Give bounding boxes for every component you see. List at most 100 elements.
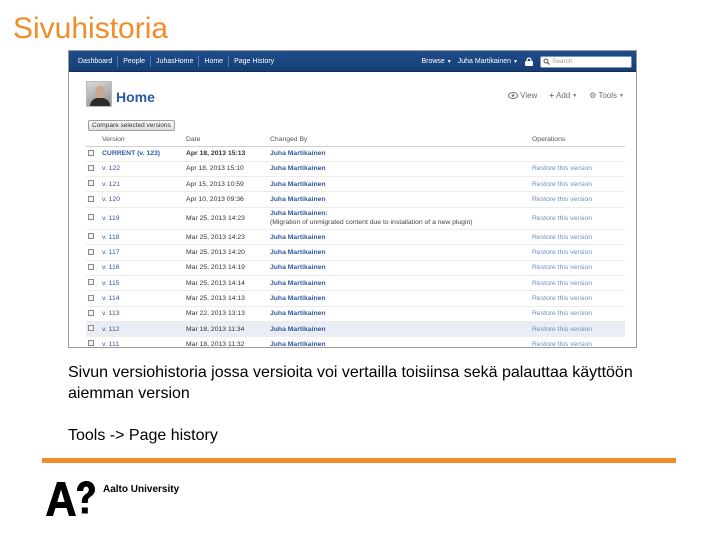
browse-menu-label: Browse: [421, 58, 445, 65]
changed-by-link[interactable]: Juha Martikainen: [270, 176, 532, 193]
changed-by-link[interactable]: Juha Martikainen: [270, 290, 532, 307]
changed-by-link[interactable]: Juha Martikainen: [270, 336, 532, 347]
notifications-icon[interactable]: [524, 57, 534, 66]
changed-by-link[interactable]: Juha Martikainen: [270, 244, 532, 261]
version-link[interactable]: v. 120: [102, 191, 186, 208]
version-link[interactable]: v. 116: [102, 260, 186, 277]
aalto-logo: [46, 481, 95, 516]
add-label: Add: [556, 91, 571, 100]
version-checkbox[interactable]: [88, 325, 94, 332]
breadcrumb-people[interactable]: People: [118, 56, 152, 67]
slide-caption: Sivun versiohistoria jossa versioita voi…: [68, 364, 633, 402]
version-link[interactable]: CURRENT: [102, 150, 135, 157]
version-link[interactable]: v. 111: [102, 336, 186, 347]
version-checkbox[interactable]: [88, 309, 94, 316]
version-date: Mar 22, 2013 13:13: [186, 306, 270, 322]
restore-version-link[interactable]: Restore this version: [532, 244, 625, 261]
changed-by-link[interactable]: Juha Martikainen: [270, 260, 532, 277]
version-link[interactable]: v. 115: [102, 275, 186, 292]
user-menu-label: Juha Martikainen: [457, 58, 512, 65]
view-button[interactable]: View: [508, 91, 537, 100]
breadcrumb-home[interactable]: Home: [199, 56, 230, 67]
slide-title: Sivuhistoria: [13, 12, 169, 45]
table-row: v. 120 Apr 10, 2013 09:36 Juha Martikain…: [86, 191, 625, 208]
changed-by-link[interactable]: Juha Martikainen:: [270, 210, 328, 217]
orange-divider: [42, 458, 676, 463]
page-actions: View + Add ▼ ⚙ Tools ▼: [508, 91, 624, 100]
changed-by-link[interactable]: Juha Martikainen: [270, 275, 532, 292]
version-date: Mar 25, 2013 14:13: [186, 290, 270, 307]
version-date: Mar 18, 2013 11:34: [186, 321, 270, 338]
changed-by-link[interactable]: Juha Martikainen: [270, 146, 532, 162]
search-input[interactable]: Search: [540, 55, 632, 68]
tools-menu-button[interactable]: ⚙ Tools ▼: [589, 91, 624, 100]
version-link[interactable]: v. 122: [102, 161, 186, 178]
version-link[interactable]: v. 121: [102, 176, 186, 193]
restore-version-link[interactable]: Restore this version: [532, 306, 625, 322]
table-row: v. 122 Apr 18, 2013 15:10 Juha Martikain…: [86, 161, 625, 178]
version-link[interactable]: v. 114: [102, 290, 186, 307]
restore-version-link[interactable]: Restore this version: [532, 176, 625, 193]
chevron-down-icon: ▼: [513, 59, 518, 65]
restore-version-link[interactable]: Restore this version: [532, 275, 625, 292]
changed-by-link[interactable]: Juha Martikainen: [270, 321, 532, 338]
version-date: Mar 18, 2013 11:32: [186, 336, 270, 347]
changed-by-link[interactable]: Juha Martikainen: [270, 161, 532, 178]
restore-version-link[interactable]: Restore this version: [532, 290, 625, 307]
view-label: View: [520, 91, 538, 100]
version-checkbox[interactable]: [88, 233, 94, 240]
restore-version-link[interactable]: Restore this version: [532, 260, 625, 277]
restore-version-link[interactable]: Restore this version: [532, 336, 625, 347]
version-link[interactable]: v. 117: [102, 244, 186, 261]
menu-path: Tools -> Page history: [68, 427, 218, 444]
version-link[interactable]: v. 113: [102, 306, 186, 322]
page-title: Home: [116, 89, 155, 105]
compare-selected-versions-button[interactable]: Compare selected versions: [88, 120, 175, 131]
table-row: v. 117 Mar 25, 2013 14:20 Juha Martikain…: [86, 244, 625, 261]
changed-by-link[interactable]: Juha Martikainen: [270, 191, 532, 208]
version-checkbox[interactable]: [88, 340, 94, 347]
chevron-down-icon: ▼: [619, 92, 624, 99]
avatar: [86, 81, 112, 107]
version-checkbox[interactable]: [88, 149, 94, 156]
table-row: v. 116 Mar 25, 2013 14:19 Juha Martikain…: [86, 260, 625, 277]
user-menu[interactable]: Juha Martikainen ▼: [458, 58, 518, 65]
version-date: Apr 10, 2013 09:36: [186, 191, 270, 208]
table-row: v. 118 Mar 25, 2013 14:23 Juha Martikain…: [86, 229, 625, 246]
current-version-number: (v. 123): [135, 150, 161, 158]
version-history-table: Version Date Changed By Operations CURRE…: [86, 133, 625, 347]
version-link[interactable]: v. 112: [102, 321, 186, 338]
column-operations: Operations: [532, 133, 625, 147]
version-date: Mar 25, 2013 14:14: [186, 275, 270, 292]
changed-by-link[interactable]: Juha Martikainen: [270, 229, 532, 246]
version-link[interactable]: v. 119: [102, 207, 186, 231]
browse-menu[interactable]: Browse ▼: [421, 58, 451, 65]
version-checkbox[interactable]: [88, 263, 94, 270]
table-row: v. 121 Apr 15, 2013 10:59 Juha Martikain…: [86, 176, 625, 193]
breadcrumb-page-history[interactable]: Page History: [229, 56, 279, 67]
restore-version-link[interactable]: Restore this version: [532, 191, 625, 208]
version-checkbox[interactable]: [88, 195, 94, 202]
tools-label: Tools: [598, 91, 618, 100]
operations-cell: [532, 146, 625, 162]
version-checkbox[interactable]: [88, 214, 94, 221]
version-checkbox[interactable]: [88, 248, 94, 255]
version-checkbox[interactable]: [88, 279, 94, 286]
column-changed-by: Changed By: [270, 133, 532, 147]
restore-version-link[interactable]: Restore this version: [532, 207, 625, 231]
chevron-down-icon: ▼: [572, 92, 578, 99]
restore-version-link[interactable]: Restore this version: [532, 161, 625, 178]
search-placeholder: Search: [552, 57, 573, 65]
changed-by-link[interactable]: Juha Martikainen: [270, 306, 532, 322]
table-row: CURRENT (v. 123) Apr 18, 2013 15:13 Juha…: [86, 146, 625, 162]
table-row-highlighted: v. 112 Mar 18, 2013 11:34 Juha Martikain…: [86, 321, 625, 338]
breadcrumb-juhashome[interactable]: JuhasHome: [151, 56, 200, 67]
version-checkbox[interactable]: [88, 180, 94, 187]
version-link[interactable]: v. 118: [102, 229, 186, 246]
restore-version-link[interactable]: Restore this version: [532, 229, 625, 246]
version-checkbox[interactable]: [88, 164, 94, 171]
version-checkbox[interactable]: [88, 294, 94, 301]
breadcrumb-dashboard[interactable]: Dashboard: [73, 56, 119, 67]
add-menu-button[interactable]: + Add ▼: [549, 91, 577, 100]
restore-version-link[interactable]: Restore this version: [532, 321, 625, 338]
